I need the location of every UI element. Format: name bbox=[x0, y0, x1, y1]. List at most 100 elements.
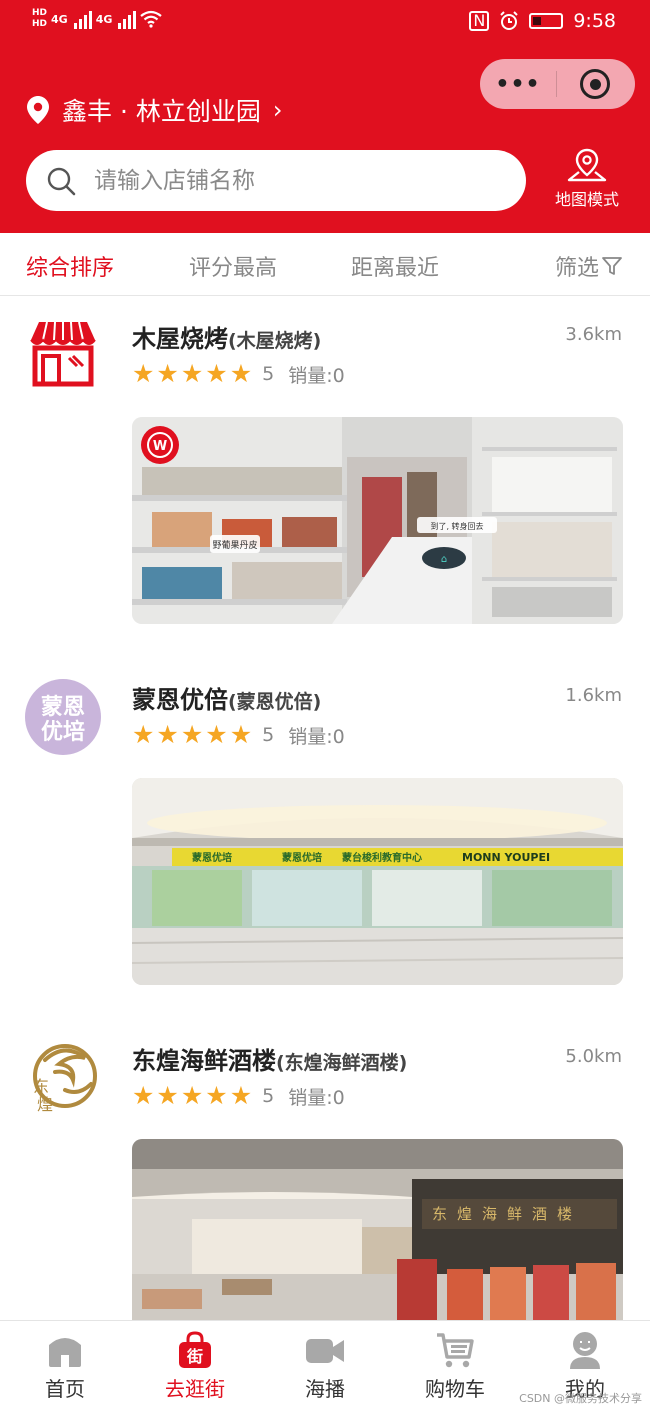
location-selector[interactable]: 鑫丰 · 林立创业园 › bbox=[26, 90, 282, 130]
shop-distance: 5.0km bbox=[565, 1046, 622, 1067]
sort-tab-comprehensive[interactable]: 综合排序 bbox=[26, 250, 114, 282]
star-icon: ★ bbox=[156, 1081, 179, 1110]
tab-shopping[interactable]: 街 去逛街 bbox=[140, 1331, 250, 1402]
logo-text-2: 优培 bbox=[41, 719, 85, 745]
tab-broadcast[interactable]: 海播 bbox=[270, 1331, 380, 1402]
logo-text: 东 bbox=[33, 1077, 49, 1096]
map-pin-icon bbox=[567, 148, 607, 182]
video-camera-icon bbox=[306, 1339, 344, 1363]
signal-icon bbox=[73, 9, 92, 29]
shop-sales: 销量:0 bbox=[288, 725, 345, 748]
photo-label: 东煌海鲜酒楼 bbox=[432, 1205, 582, 1223]
network-4g-label-2: 4G bbox=[95, 12, 113, 26]
sort-tab-rating[interactable]: 评分最高 bbox=[189, 250, 277, 282]
shop-name: 蒙恩优倍(蒙恩优倍) bbox=[132, 680, 321, 715]
tab-cart[interactable]: 购物车 bbox=[400, 1331, 510, 1402]
signal-icon-2 bbox=[118, 9, 137, 29]
shop-card[interactable]: 蒙恩 优培 蒙恩优倍(蒙恩优倍) 1.6km ★ ★ ★ ★ ★ 5 销量:0 蒙恩优培… bbox=[0, 657, 650, 1018]
star-icon: ★ bbox=[205, 720, 228, 749]
shop-name: 东煌海鲜酒楼(东煌海鲜酒楼) bbox=[132, 1041, 407, 1076]
star-icon: ★ bbox=[180, 1081, 204, 1110]
shop-name-suffix: (木屋烧烤) bbox=[228, 330, 322, 352]
close-mini-program-button[interactable] bbox=[557, 69, 633, 99]
shop-name-suffix: (蒙恩优倍) bbox=[228, 691, 322, 713]
shop-score: 5 bbox=[262, 363, 275, 385]
nfc-icon: N bbox=[469, 11, 490, 31]
shop-sales: 销量:0 bbox=[288, 1086, 345, 1109]
shop-score: 5 bbox=[262, 724, 275, 746]
star-icon: ★ bbox=[205, 1081, 228, 1110]
filter-icon bbox=[602, 257, 622, 275]
location-label: 鑫丰 · 林立创业园 bbox=[62, 97, 261, 126]
tab-home[interactable]: 首页 bbox=[10, 1331, 120, 1402]
more-menu-button[interactable]: ••• bbox=[480, 72, 556, 97]
storefront-icon bbox=[30, 321, 96, 387]
network-hd-label: HD bbox=[32, 8, 48, 18]
star-icon: ★ bbox=[229, 720, 253, 749]
map-mode-button[interactable]: 地图模式 bbox=[548, 148, 626, 210]
shop-rating: ★ ★ ★ ★ ★ 5 销量:0 bbox=[132, 360, 345, 388]
svg-text:街: 街 bbox=[186, 1347, 203, 1366]
filter-label: 筛选 bbox=[555, 256, 600, 281]
star-icon: ★ bbox=[132, 359, 155, 388]
sort-tab-distance[interactable]: 距离最近 bbox=[351, 250, 439, 282]
shop-distance: 3.6km bbox=[565, 324, 622, 345]
shop-name-main: 东煌海鲜酒楼 bbox=[132, 1047, 276, 1075]
shop-photo[interactable]: 东煌海鲜酒楼 bbox=[132, 1139, 623, 1346]
brand-logo: 东 煌 bbox=[33, 1044, 97, 1114]
photo-label-3: 蒙台梭利教育中心 bbox=[342, 851, 422, 864]
home-icon bbox=[49, 1338, 81, 1367]
photo-label: 蒙恩优培 bbox=[192, 851, 232, 864]
shop-name-main: 蒙恩优倍 bbox=[132, 686, 228, 714]
shop-rating: ★ ★ ★ ★ ★ 5 销量:0 bbox=[132, 1082, 345, 1110]
tab-shopping-label: 去逛街 bbox=[165, 1377, 225, 1401]
search-bar[interactable] bbox=[26, 150, 526, 211]
star-icon: ★ bbox=[180, 720, 204, 749]
star-icon: ★ bbox=[156, 359, 179, 388]
shop-card[interactable]: 木屋烧烤(木屋烧烤) 3.6km ★ ★ ★ ★ ★ 5 销量:0 W 野葡果丹… bbox=[0, 296, 650, 657]
status-bar: HD HD 4G 4G N 9:58 bbox=[0, 0, 650, 44]
star-icon: ★ bbox=[156, 720, 179, 749]
brand-logo: 蒙恩 优培 bbox=[25, 679, 101, 755]
photo-label-2: 到了, 转身回去 bbox=[430, 521, 483, 531]
photo-label-2: 蒙恩优培 bbox=[282, 851, 322, 864]
cart-icon bbox=[437, 1333, 474, 1368]
star-icon: ★ bbox=[205, 359, 228, 388]
filter-button[interactable]: 筛选 bbox=[555, 250, 623, 282]
shopping-bag-icon: 街 bbox=[179, 1331, 211, 1368]
shop-photo[interactable]: W 野葡果丹皮 到了, 转身回去 ⌂ bbox=[132, 417, 623, 624]
network-4g-label: 4G bbox=[51, 12, 68, 26]
shop-distance: 1.6km bbox=[565, 685, 622, 706]
photo-label-4: MONN YOUPEI bbox=[462, 851, 550, 864]
svg-text:W: W bbox=[153, 439, 167, 454]
network-hd-label-2: HD bbox=[32, 19, 48, 29]
tab-broadcast-label: 海播 bbox=[305, 1377, 345, 1401]
star-icon: ★ bbox=[180, 359, 204, 388]
battery-icon bbox=[529, 13, 564, 29]
network-status: HD HD 4G 4G bbox=[32, 8, 163, 30]
photo-label: 野葡果丹皮 bbox=[212, 539, 257, 551]
shop-photo[interactable]: 蒙恩优培 蒙恩优培 蒙台梭利教育中心 MONN YOUPEI bbox=[132, 778, 623, 985]
system-status: N 9:58 bbox=[469, 10, 616, 32]
star-icon: ★ bbox=[132, 1081, 155, 1110]
search-icon bbox=[47, 167, 76, 195]
location-pin-icon bbox=[27, 96, 49, 124]
mini-program-capsule: ••• bbox=[480, 59, 635, 109]
search-input[interactable] bbox=[94, 167, 474, 194]
clock: 9:58 bbox=[573, 10, 616, 32]
tab-cart-label: 购物车 bbox=[425, 1377, 485, 1401]
shop-name-main: 木屋烧烤 bbox=[132, 325, 228, 353]
shop-sales: 销量:0 bbox=[288, 364, 345, 387]
star-icon: ★ bbox=[229, 359, 253, 388]
alarm-icon bbox=[500, 11, 519, 30]
logo-text-2: 煌 bbox=[37, 1095, 53, 1114]
header: HD HD 4G 4G N 9:58 ••• 鑫丰 · 林立创业园 › 地 bbox=[0, 0, 650, 233]
watermark: CSDN @微服务技术分享 bbox=[519, 1392, 642, 1405]
target-icon bbox=[580, 69, 610, 99]
chevron-right-icon: › bbox=[272, 96, 283, 124]
shop-rating: ★ ★ ★ ★ ★ 5 销量:0 bbox=[132, 721, 345, 749]
sort-bar: 综合排序 评分最高 距离最近 筛选 bbox=[0, 233, 650, 296]
wifi-icon bbox=[140, 10, 163, 28]
user-icon bbox=[570, 1332, 600, 1369]
map-mode-label: 地图模式 bbox=[554, 190, 619, 209]
